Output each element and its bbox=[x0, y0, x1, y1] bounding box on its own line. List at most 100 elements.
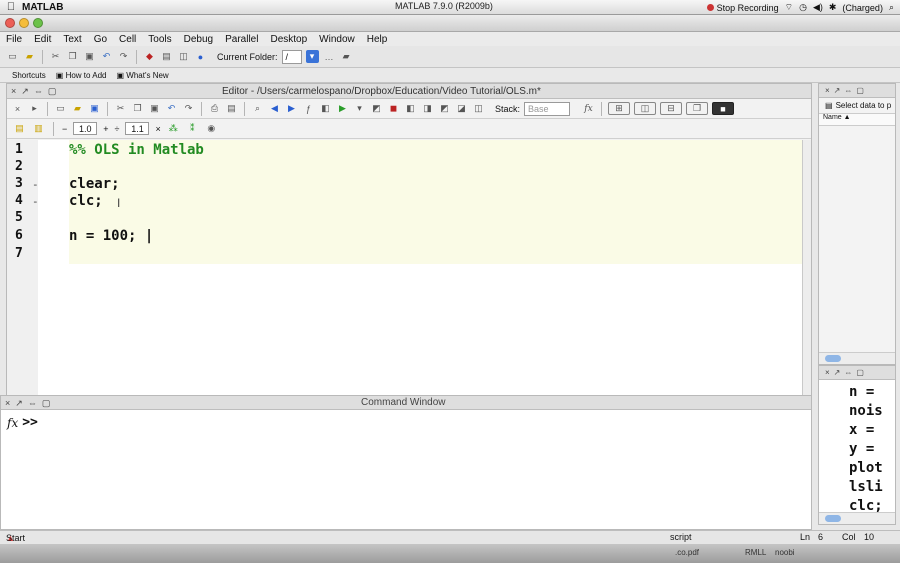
wifi-icon[interactable]: ⌔ bbox=[785, 2, 793, 13]
step-in-icon[interactable]: ◨ bbox=[421, 102, 434, 115]
editor-scrollbar[interactable] bbox=[802, 140, 811, 400]
scroll-thumb[interactable] bbox=[825, 355, 841, 362]
step-icon[interactable]: ◧ bbox=[404, 102, 417, 115]
cell-value-input-1[interactable]: 1.0 bbox=[73, 122, 98, 135]
forward-icon[interactable]: ▶ bbox=[285, 102, 298, 115]
maximize-doc-icon[interactable]: ■ bbox=[712, 102, 735, 115]
guide-icon[interactable]: ▤ bbox=[160, 50, 173, 63]
undock-icon[interactable]: ↗ bbox=[834, 368, 841, 377]
dock-item[interactable]: .co.pdf bbox=[675, 548, 699, 557]
menu-debug[interactable]: Debug bbox=[178, 34, 219, 45]
name-column-header[interactable]: Name ▲ bbox=[819, 114, 895, 126]
tile-grid-icon[interactable]: ⊞ bbox=[608, 102, 631, 115]
code-area[interactable]: 1 %% OLS in Matlab 2 3 - clear; 4 - clc;… bbox=[7, 140, 802, 400]
code-line[interactable]: %% OLS in Matlab bbox=[69, 142, 204, 158]
menu-text[interactable]: Text bbox=[57, 34, 87, 45]
undo-icon[interactable]: ↶ bbox=[100, 50, 113, 63]
cell-eval-icon[interactable]: ▥ bbox=[32, 122, 45, 135]
bluetooth-icon[interactable]: ✱ bbox=[829, 2, 837, 13]
divide-button[interactable]: ÷ bbox=[115, 124, 120, 134]
minimize-icon[interactable]: ▢ bbox=[42, 398, 51, 409]
continue-icon[interactable]: ◪ bbox=[455, 102, 468, 115]
spotlight-icon[interactable]: ⌕ bbox=[889, 2, 894, 13]
fx-icon[interactable]: fx bbox=[582, 102, 595, 115]
exit-debug-icon[interactable]: ◫ bbox=[472, 102, 485, 115]
stop-recording-button[interactable]: Stop Recording bbox=[706, 3, 779, 13]
dock-item[interactable]: noobi bbox=[775, 548, 795, 557]
undock-icon[interactable]: ↗ bbox=[834, 86, 841, 95]
run-icon[interactable]: ▶ bbox=[336, 102, 349, 115]
whats-new-link[interactable]: ▣ What's New bbox=[117, 71, 169, 80]
code-line[interactable]: n = 100; | bbox=[69, 228, 153, 244]
cut-icon[interactable]: ✂ bbox=[114, 102, 127, 115]
history-item[interactable]: plot bbox=[849, 460, 883, 476]
cell-mode-icon[interactable]: ▤ bbox=[13, 122, 26, 135]
save-icon[interactable]: ▣ bbox=[88, 102, 101, 115]
menu-help[interactable]: Help bbox=[361, 34, 394, 45]
history-item[interactable]: x = bbox=[849, 422, 874, 438]
folder-dropdown-icon[interactable]: ▾ bbox=[305, 50, 319, 63]
function-browser-icon[interactable]: ▤ bbox=[225, 102, 238, 115]
history-hscroll[interactable] bbox=[819, 512, 895, 524]
zoom-window-button[interactable] bbox=[33, 18, 43, 28]
menu-tools[interactable]: Tools bbox=[142, 34, 177, 45]
close-icon[interactable]: × bbox=[11, 102, 24, 115]
function-icon[interactable]: ƒ bbox=[302, 102, 315, 115]
undock-icon[interactable]: ↗ bbox=[15, 398, 23, 409]
scroll-thumb[interactable] bbox=[825, 515, 841, 522]
decrement-button[interactable]: − bbox=[62, 124, 67, 134]
minimize-icon[interactable]: ▢ bbox=[856, 368, 864, 377]
new-file-icon[interactable]: ▭ bbox=[54, 102, 67, 115]
command-prompt[interactable]: fx >> bbox=[7, 415, 38, 430]
maximize-icon[interactable]: ⇔ bbox=[844, 368, 852, 377]
print-icon[interactable]: ⎙ bbox=[208, 102, 221, 115]
menu-window[interactable]: Window bbox=[313, 34, 361, 45]
copy-icon[interactable]: ❐ bbox=[131, 102, 144, 115]
plot-select-icon[interactable]: ▤ bbox=[825, 101, 833, 110]
select-data-label[interactable]: Select data to p bbox=[836, 101, 892, 110]
minimize-icon[interactable]: ▢ bbox=[48, 86, 57, 97]
workspace-hscroll[interactable] bbox=[819, 352, 895, 364]
menu-arrow-icon[interactable]: ▸ bbox=[28, 102, 41, 115]
code-line[interactable]: clc; bbox=[69, 193, 103, 209]
volume-icon[interactable]: ◀) bbox=[813, 2, 823, 13]
clear-breakpoints-icon[interactable]: ◼ bbox=[387, 102, 400, 115]
menu-desktop[interactable]: Desktop bbox=[264, 34, 313, 45]
menu-go[interactable]: Go bbox=[88, 34, 113, 45]
redo-icon[interactable]: ↷ bbox=[182, 102, 195, 115]
new-file-icon[interactable]: ▭ bbox=[6, 50, 19, 63]
increment-button[interactable]: + bbox=[103, 124, 108, 134]
publish-icon[interactable]: ◉ bbox=[205, 122, 218, 135]
minimize-icon[interactable]: ▢ bbox=[856, 86, 864, 95]
back-icon[interactable]: ◀ bbox=[268, 102, 281, 115]
current-folder-input[interactable]: / bbox=[281, 49, 302, 64]
maximize-icon[interactable]: ⇔ bbox=[28, 398, 37, 409]
float-icon[interactable]: ❐ bbox=[686, 102, 709, 115]
maximize-icon[interactable]: ⇔ bbox=[844, 86, 852, 95]
close-icon[interactable]: × bbox=[5, 398, 10, 409]
breakpoint-dash[interactable]: - bbox=[32, 178, 39, 191]
menu-file[interactable]: File bbox=[0, 34, 28, 45]
history-item[interactable]: lsli bbox=[849, 479, 883, 495]
maximize-icon[interactable]: ⇔ bbox=[34, 86, 43, 97]
cell-value-input-2[interactable]: 1.1 bbox=[125, 122, 150, 135]
menu-cell[interactable]: Cell bbox=[113, 34, 142, 45]
undock-icon[interactable]: ↗ bbox=[21, 86, 29, 97]
help-icon[interactable]: ● bbox=[194, 50, 207, 63]
breakpoint-icon[interactable]: ◧ bbox=[319, 102, 332, 115]
copy-icon[interactable]: ❐ bbox=[66, 50, 79, 63]
close-window-button[interactable] bbox=[5, 18, 15, 28]
step-out-icon[interactable]: ◩ bbox=[438, 102, 451, 115]
history-item[interactable]: n = bbox=[849, 384, 874, 400]
stack-select[interactable]: Base bbox=[524, 101, 571, 116]
shortcuts-label[interactable]: Shortcuts bbox=[12, 71, 46, 80]
fx-icon[interactable]: fx bbox=[7, 416, 18, 430]
history-item[interactable]: nois bbox=[849, 403, 883, 419]
simulink-icon[interactable]: ◆ bbox=[143, 50, 156, 63]
dock-item[interactable]: RMLL bbox=[745, 548, 766, 557]
close-icon[interactable]: × bbox=[825, 368, 830, 377]
paste-icon[interactable]: ▣ bbox=[83, 50, 96, 63]
how-to-add-link[interactable]: ▣ How to Add bbox=[56, 71, 107, 80]
open-folder-icon[interactable]: ▰ bbox=[71, 102, 84, 115]
set-breakpoint-icon[interactable]: ◩ bbox=[370, 102, 383, 115]
